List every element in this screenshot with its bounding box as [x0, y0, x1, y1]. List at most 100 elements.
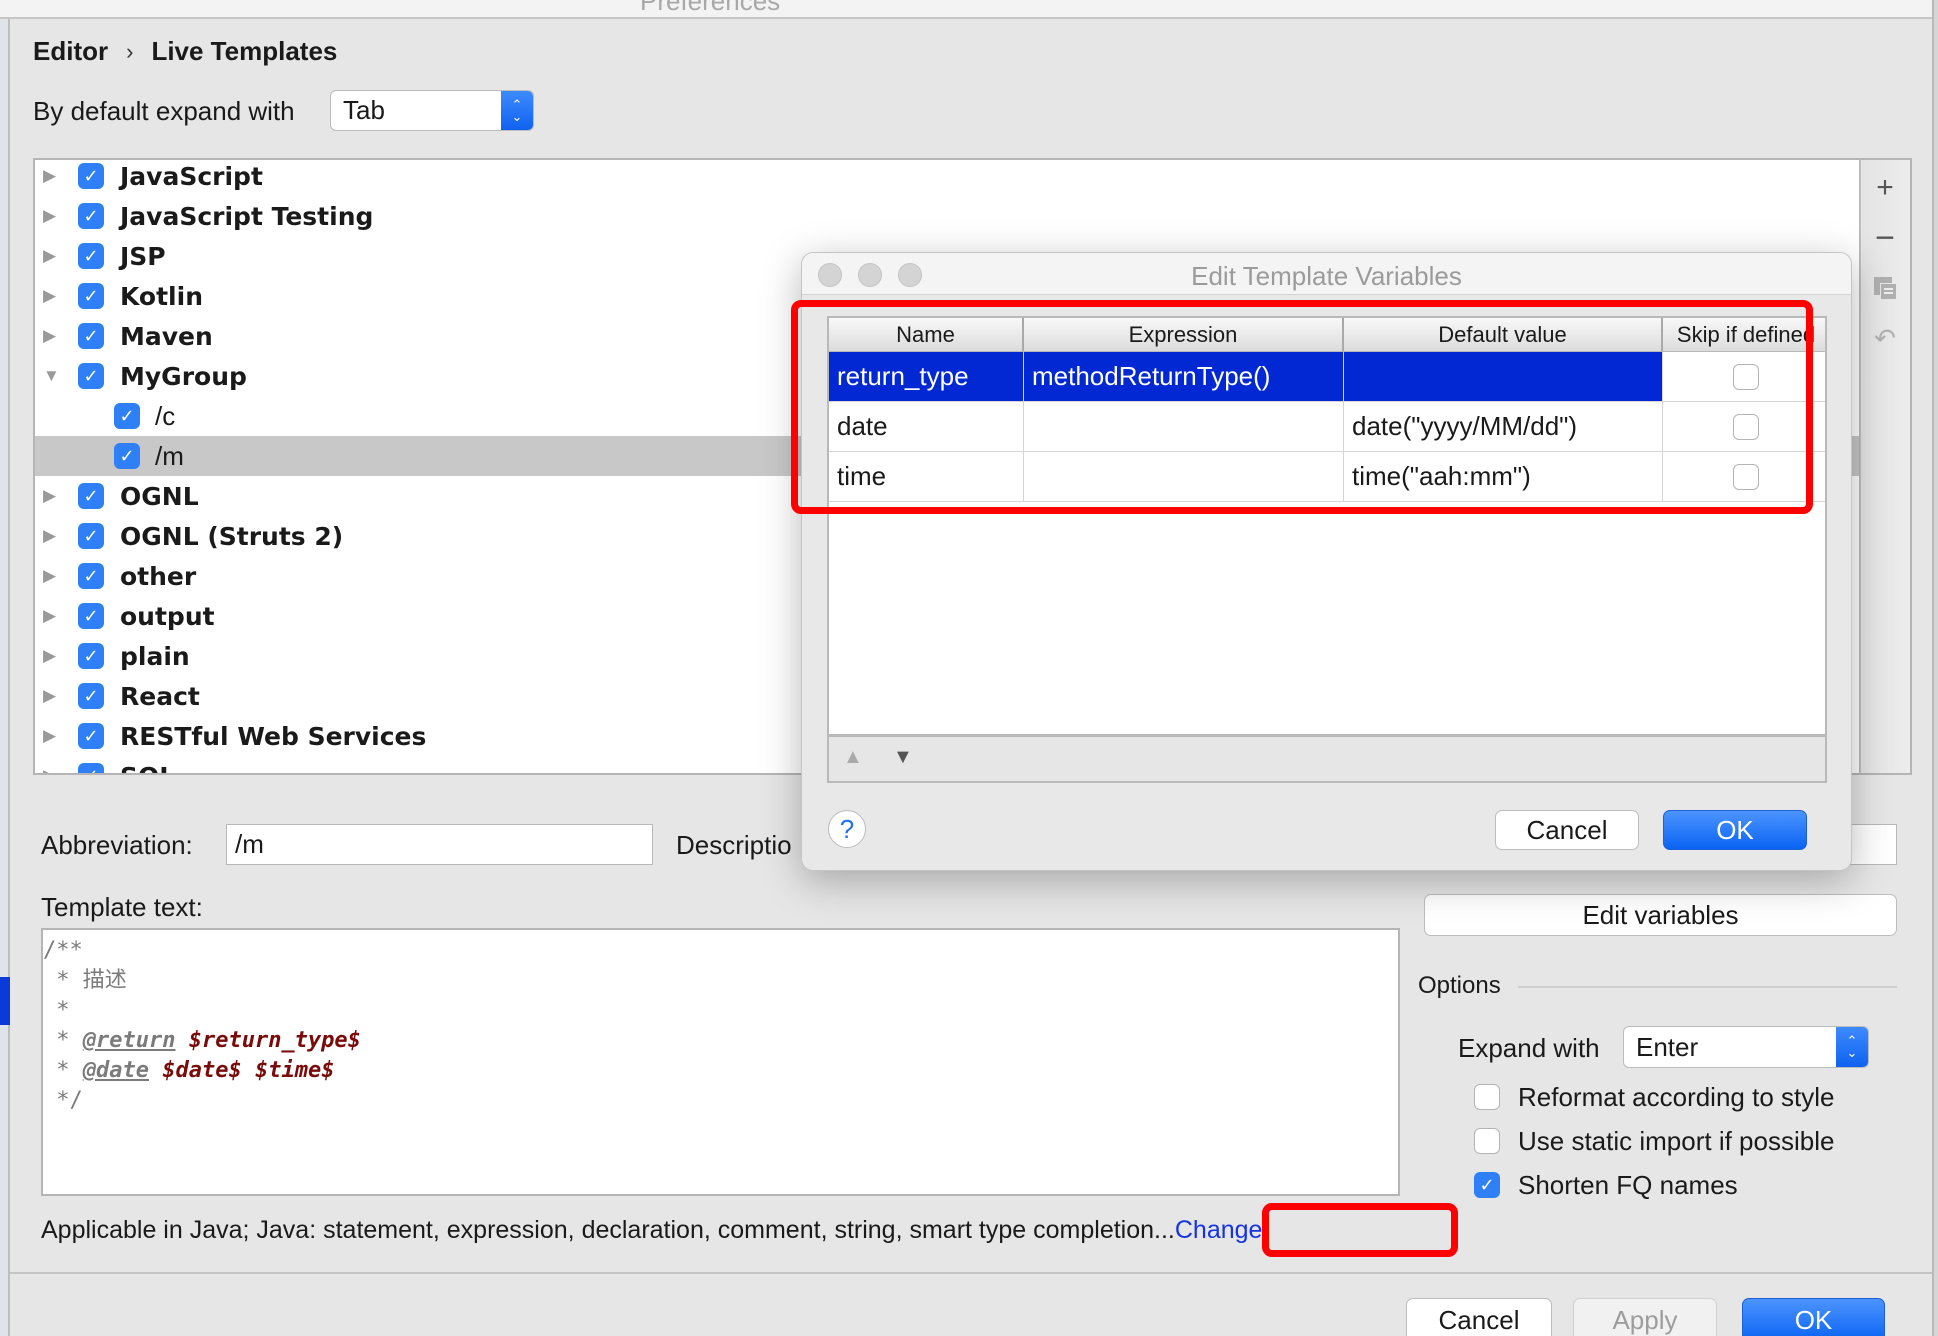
enabled-checkbox[interactable]: ✓	[78, 563, 104, 589]
static-import-checkbox[interactable]	[1474, 1128, 1500, 1154]
reformat-checkbox[interactable]	[1474, 1084, 1500, 1110]
table-row[interactable]: time time("aah:mm")	[829, 452, 1825, 502]
collapsed-arrow-icon[interactable]: ▶	[43, 566, 56, 586]
collapsed-arrow-icon[interactable]: ▶	[43, 486, 56, 506]
collapsed-arrow-icon[interactable]: ▶	[43, 206, 56, 226]
column-expression[interactable]: Expression	[1024, 318, 1344, 351]
enabled-checkbox[interactable]: ✓	[78, 203, 104, 229]
breadcrumb: Editor › Live Templates	[33, 36, 337, 67]
tree-item-label: RESTful Web Services	[120, 721, 427, 751]
sidebar-selected-marker	[0, 977, 10, 1025]
collapsed-arrow-icon[interactable]: ▶	[43, 246, 56, 266]
collapsed-arrow-icon[interactable]: ▶	[43, 646, 56, 666]
skip-cell	[1663, 402, 1829, 451]
option-reformat[interactable]: Reformat according to style	[1474, 1080, 1834, 1114]
template-text-editor[interactable]: /** * 描述 * * @return $return_type$ * @da…	[41, 928, 1400, 1196]
options-title: Options	[1418, 972, 1501, 999]
expand-with-value: Enter	[1636, 1031, 1699, 1062]
skip-if-defined-checkbox[interactable]	[1733, 413, 1759, 440]
tree-group[interactable]: ▶ ✓ JavaScript	[35, 160, 1859, 196]
dialog-ok-button[interactable]: OK	[1663, 810, 1807, 850]
enabled-checkbox[interactable]: ✓	[78, 723, 104, 749]
dialog-cancel-button[interactable]: Cancel	[1495, 810, 1639, 850]
edit-variables-button[interactable]: Edit variables	[1424, 894, 1897, 936]
enabled-checkbox[interactable]: ✓	[78, 483, 104, 509]
column-name[interactable]: Name	[829, 318, 1024, 351]
enabled-checkbox[interactable]: ✓	[78, 603, 104, 629]
remove-icon[interactable]: −	[1861, 216, 1909, 260]
tree-item-label: OGNL (Struts 2)	[120, 521, 344, 551]
highlight-box-change	[1262, 1203, 1458, 1257]
dialog-title: Edit Template Variables	[1191, 261, 1462, 291]
enabled-checkbox[interactable]: ✓	[78, 643, 104, 669]
copy-icon[interactable]	[1861, 266, 1909, 310]
variable-expression[interactable]: methodReturnType()	[1024, 352, 1344, 401]
comment-text: /**	[43, 938, 83, 963]
column-skip-if-defined[interactable]: Skip if defined	[1663, 318, 1829, 351]
variable-default[interactable]: date("yyyy/MM/dd")	[1344, 402, 1663, 451]
collapsed-arrow-icon[interactable]: ▶	[43, 166, 56, 186]
enabled-checkbox[interactable]: ✓	[114, 403, 140, 429]
edit-template-variables-dialog: Edit Template Variables Name Expression …	[801, 252, 1852, 871]
variable-name[interactable]: return_type	[829, 352, 1024, 401]
option-static-import[interactable]: Use static import if possible	[1474, 1124, 1834, 1158]
variable-default[interactable]: time("aah:mm")	[1344, 452, 1663, 501]
collapsed-arrow-icon[interactable]: ▶	[43, 286, 56, 306]
enabled-checkbox[interactable]: ✓	[78, 363, 104, 389]
preferences-window: Preferences Editor › Live Templates By d…	[0, 0, 1938, 1336]
tree-item-label: JSP	[120, 241, 166, 271]
skip-cell	[1663, 352, 1829, 401]
enabled-checkbox[interactable]: ✓	[78, 523, 104, 549]
expand-with-select[interactable]: Enter ⌃ ⌄	[1623, 1026, 1869, 1068]
variable-expression[interactable]	[1024, 402, 1344, 451]
table-row[interactable]: date date("yyyy/MM/dd")	[829, 402, 1825, 452]
tree-item-label: OGNL	[120, 481, 199, 511]
tree-item-label: MyGroup	[120, 361, 247, 391]
add-icon[interactable]: +	[1861, 166, 1909, 210]
ok-button[interactable]: OK	[1742, 1298, 1885, 1336]
breadcrumb-editor[interactable]: Editor	[33, 36, 108, 67]
skip-if-defined-checkbox[interactable]	[1733, 463, 1759, 490]
collapsed-arrow-icon[interactable]: ▶	[43, 686, 56, 706]
apply-button[interactable]: Apply	[1573, 1298, 1717, 1336]
enabled-checkbox[interactable]: ✓	[78, 243, 104, 269]
settings-sidebar-edge	[0, 19, 10, 1336]
enabled-checkbox[interactable]: ✓	[78, 683, 104, 709]
variable-default[interactable]	[1344, 352, 1663, 401]
select-arrows-icon: ⌃ ⌄	[501, 91, 533, 130]
collapsed-arrow-icon[interactable]: ▶	[43, 606, 56, 626]
collapsed-arrow-icon[interactable]: ▶	[43, 526, 56, 546]
collapsed-arrow-icon[interactable]: ▶	[43, 726, 56, 746]
tree-group[interactable]: ▶ ✓ JavaScript Testing	[35, 196, 1859, 236]
static-import-label: Use static import if possible	[1518, 1125, 1835, 1156]
move-up-icon[interactable]: ▲	[843, 746, 863, 769]
cancel-button[interactable]: Cancel	[1406, 1298, 1552, 1336]
change-link[interactable]: Change	[1175, 1216, 1263, 1244]
expanded-arrow-icon[interactable]: ▼	[43, 366, 60, 386]
collapsed-arrow-icon[interactable]: ▶	[43, 766, 56, 773]
skip-if-defined-checkbox[interactable]	[1733, 363, 1759, 390]
variable-expression[interactable]	[1024, 452, 1344, 501]
comment-text	[242, 1058, 255, 1083]
option-shorten-fq[interactable]: ✓ Shorten FQ names	[1474, 1168, 1738, 1202]
abbreviation-input[interactable]: /m	[226, 824, 653, 865]
default-expand-select[interactable]: Tab ⌃ ⌄	[330, 90, 534, 131]
variables-table: Name Expression Default value Skip if de…	[827, 316, 1827, 736]
template-line: /**	[43, 936, 1398, 966]
enabled-checkbox[interactable]: ✓	[78, 323, 104, 349]
enabled-checkbox[interactable]: ✓	[114, 443, 140, 469]
enabled-checkbox[interactable]: ✓	[78, 763, 104, 773]
reformat-label: Reformat according to style	[1518, 1081, 1835, 1112]
move-down-icon[interactable]: ▼	[893, 746, 913, 769]
column-default-value[interactable]: Default value	[1344, 318, 1663, 351]
enabled-checkbox[interactable]: ✓	[78, 283, 104, 309]
help-button[interactable]: ?	[828, 810, 866, 848]
window-title: Preferences	[640, 0, 781, 16]
restore-icon[interactable]: ↶	[1861, 316, 1909, 360]
table-row[interactable]: return_type methodReturnType()	[829, 352, 1825, 402]
shorten-fq-checkbox[interactable]: ✓	[1474, 1172, 1500, 1198]
variable-name[interactable]: time	[829, 452, 1024, 501]
collapsed-arrow-icon[interactable]: ▶	[43, 326, 56, 346]
variable-name[interactable]: date	[829, 402, 1024, 451]
enabled-checkbox[interactable]: ✓	[78, 163, 104, 189]
